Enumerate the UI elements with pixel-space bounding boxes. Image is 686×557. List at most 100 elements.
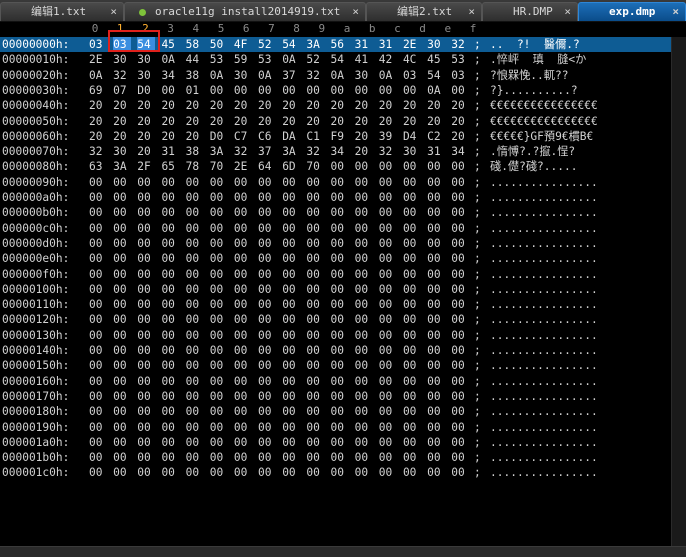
hex-byte[interactable]: 00 xyxy=(403,312,421,327)
hex-byte[interactable]: 00 xyxy=(282,190,300,205)
hex-byte[interactable]: 00 xyxy=(355,251,373,266)
hex-byte[interactable]: 00 xyxy=(355,358,373,373)
hex-byte[interactable]: 00 xyxy=(186,435,204,450)
hex-byte[interactable]: 00 xyxy=(186,328,204,343)
hex-byte[interactable]: 00 xyxy=(306,236,324,251)
hex-byte[interactable]: 00 xyxy=(137,404,155,419)
hex-byte[interactable]: 00 xyxy=(331,83,349,98)
ascii-text[interactable]: ................ xyxy=(490,297,598,312)
close-icon[interactable]: × xyxy=(468,3,475,20)
hex-byte[interactable]: 00 xyxy=(427,221,445,236)
hex-byte[interactable]: 59 xyxy=(234,52,252,67)
hex-byte[interactable]: 00 xyxy=(186,374,204,389)
hex-byte[interactable]: 00 xyxy=(89,221,107,236)
hex-byte[interactable]: 30 xyxy=(355,68,373,83)
ascii-text[interactable]: ................ xyxy=(490,251,598,266)
hex-byte[interactable]: 00 xyxy=(282,358,300,373)
hex-byte[interactable]: 20 xyxy=(113,114,131,129)
hex-byte[interactable]: 00 xyxy=(306,190,324,205)
hex-byte[interactable]: 00 xyxy=(379,267,397,282)
hex-byte[interactable]: 00 xyxy=(403,420,421,435)
hex-byte[interactable]: 00 xyxy=(331,450,349,465)
hex-byte[interactable]: 00 xyxy=(113,435,131,450)
hex-byte[interactable]: 00 xyxy=(355,343,373,358)
ascii-text[interactable]: ................ xyxy=(490,404,598,419)
hex-byte[interactable]: 20 xyxy=(282,98,300,113)
hex-byte[interactable]: 00 xyxy=(379,420,397,435)
hex-byte[interactable]: 00 xyxy=(161,83,179,98)
tab-hr-dmp[interactable]: HR.DMP × xyxy=(482,2,578,21)
hex-byte[interactable]: 00 xyxy=(113,404,131,419)
hex-byte[interactable]: 00 xyxy=(113,343,131,358)
hex-byte[interactable]: 00 xyxy=(186,389,204,404)
hex-byte[interactable]: 20 xyxy=(234,114,252,129)
hex-row[interactable]: 00000000h: 03 03 54 45 58 50 4F 52 54 3A 56 31 31 2E 30… xyxy=(0,37,672,53)
hex-byte[interactable]: 00 xyxy=(137,282,155,297)
ascii-text[interactable]: €€€€€}GF預9€樌B€ xyxy=(490,129,593,144)
hex-byte[interactable]: 00 xyxy=(210,420,228,435)
hex-byte[interactable]: 20 xyxy=(355,114,373,129)
hex-byte[interactable]: 00 xyxy=(403,175,421,190)
hex-byte[interactable]: 00 xyxy=(451,236,469,251)
hex-byte[interactable]: 00 xyxy=(427,328,445,343)
hex-byte[interactable]: 20 xyxy=(161,114,179,129)
hex-byte[interactable]: 00 xyxy=(451,190,469,205)
ascii-text[interactable]: .悴岼 瑱 膖<か xyxy=(490,52,586,67)
hex-row[interactable]: 000000b0h: 00 00 00 00 00 00 00 00 00 00 00 00 00 00 00… xyxy=(0,205,672,220)
hex-byte[interactable]: 00 xyxy=(282,267,300,282)
hex-byte[interactable]: 00 xyxy=(137,328,155,343)
hex-row[interactable]: 00000050h: 20 20 20 20 20 20 20 20 20 20 20 20 20 20 20… xyxy=(0,114,672,129)
hex-byte[interactable]: 00 xyxy=(186,190,204,205)
hex-byte[interactable]: 00 xyxy=(282,312,300,327)
hex-byte[interactable]: 00 xyxy=(306,374,324,389)
hex-byte[interactable]: 00 xyxy=(451,389,469,404)
hex-byte[interactable]: 20 xyxy=(113,98,131,113)
hex-byte[interactable]: 00 xyxy=(306,435,324,450)
hex-byte[interactable]: 00 xyxy=(282,221,300,236)
hex-byte[interactable]: 00 xyxy=(306,420,324,435)
hex-byte[interactable]: 00 xyxy=(331,297,349,312)
hex-byte[interactable]: 00 xyxy=(137,420,155,435)
hex-byte[interactable]: 00 xyxy=(186,312,204,327)
hex-byte[interactable]: 00 xyxy=(451,221,469,236)
hex-byte[interactable]: 00 xyxy=(355,328,373,343)
hex-byte[interactable]: 00 xyxy=(451,358,469,373)
hex-byte[interactable]: 34 xyxy=(331,144,349,159)
hex-byte[interactable]: 20 xyxy=(379,98,397,113)
hex-byte[interactable]: 00 xyxy=(186,221,204,236)
hex-byte[interactable]: 00 xyxy=(113,374,131,389)
tab-edit1[interactable]: 编辑1.txt × xyxy=(0,2,124,21)
hex-byte[interactable]: 20 xyxy=(161,129,179,144)
hex-byte[interactable]: 00 xyxy=(161,205,179,220)
hex-byte[interactable]: 00 xyxy=(403,297,421,312)
hex-byte[interactable]: 00 xyxy=(379,450,397,465)
hex-byte[interactable]: 00 xyxy=(331,251,349,266)
hex-byte[interactable]: 00 xyxy=(137,389,155,404)
hex-byte[interactable]: 00 xyxy=(113,267,131,282)
hex-byte[interactable]: 30 xyxy=(137,68,155,83)
hex-byte[interactable]: 00 xyxy=(427,175,445,190)
ascii-text[interactable]: ................ xyxy=(490,358,598,373)
hex-byte[interactable]: 00 xyxy=(186,236,204,251)
hex-byte[interactable]: 00 xyxy=(403,190,421,205)
hex-byte[interactable]: 00 xyxy=(331,404,349,419)
hex-byte[interactable]: 20 xyxy=(234,98,252,113)
hex-byte[interactable]: 44 xyxy=(186,52,204,67)
hex-byte[interactable]: 00 xyxy=(331,175,349,190)
hex-byte[interactable]: 00 xyxy=(379,312,397,327)
ascii-text[interactable]: ................ xyxy=(490,236,598,251)
hex-byte[interactable]: 3A xyxy=(282,144,300,159)
horizontal-scrollbar[interactable] xyxy=(0,546,686,557)
hex-byte[interactable]: 00 xyxy=(427,450,445,465)
hex-byte[interactable]: 00 xyxy=(234,358,252,373)
hex-byte[interactable]: 00 xyxy=(186,343,204,358)
hex-byte[interactable]: 00 xyxy=(186,205,204,220)
hex-byte[interactable]: 00 xyxy=(403,267,421,282)
hex-byte[interactable]: 00 xyxy=(89,435,107,450)
hex-byte[interactable]: C7 xyxy=(234,129,252,144)
hex-byte[interactable]: 00 xyxy=(234,374,252,389)
hex-byte[interactable]: 20 xyxy=(161,98,179,113)
hex-byte[interactable]: 00 xyxy=(427,343,445,358)
hex-byte[interactable]: 00 xyxy=(186,297,204,312)
hex-byte[interactable]: 00 xyxy=(403,435,421,450)
